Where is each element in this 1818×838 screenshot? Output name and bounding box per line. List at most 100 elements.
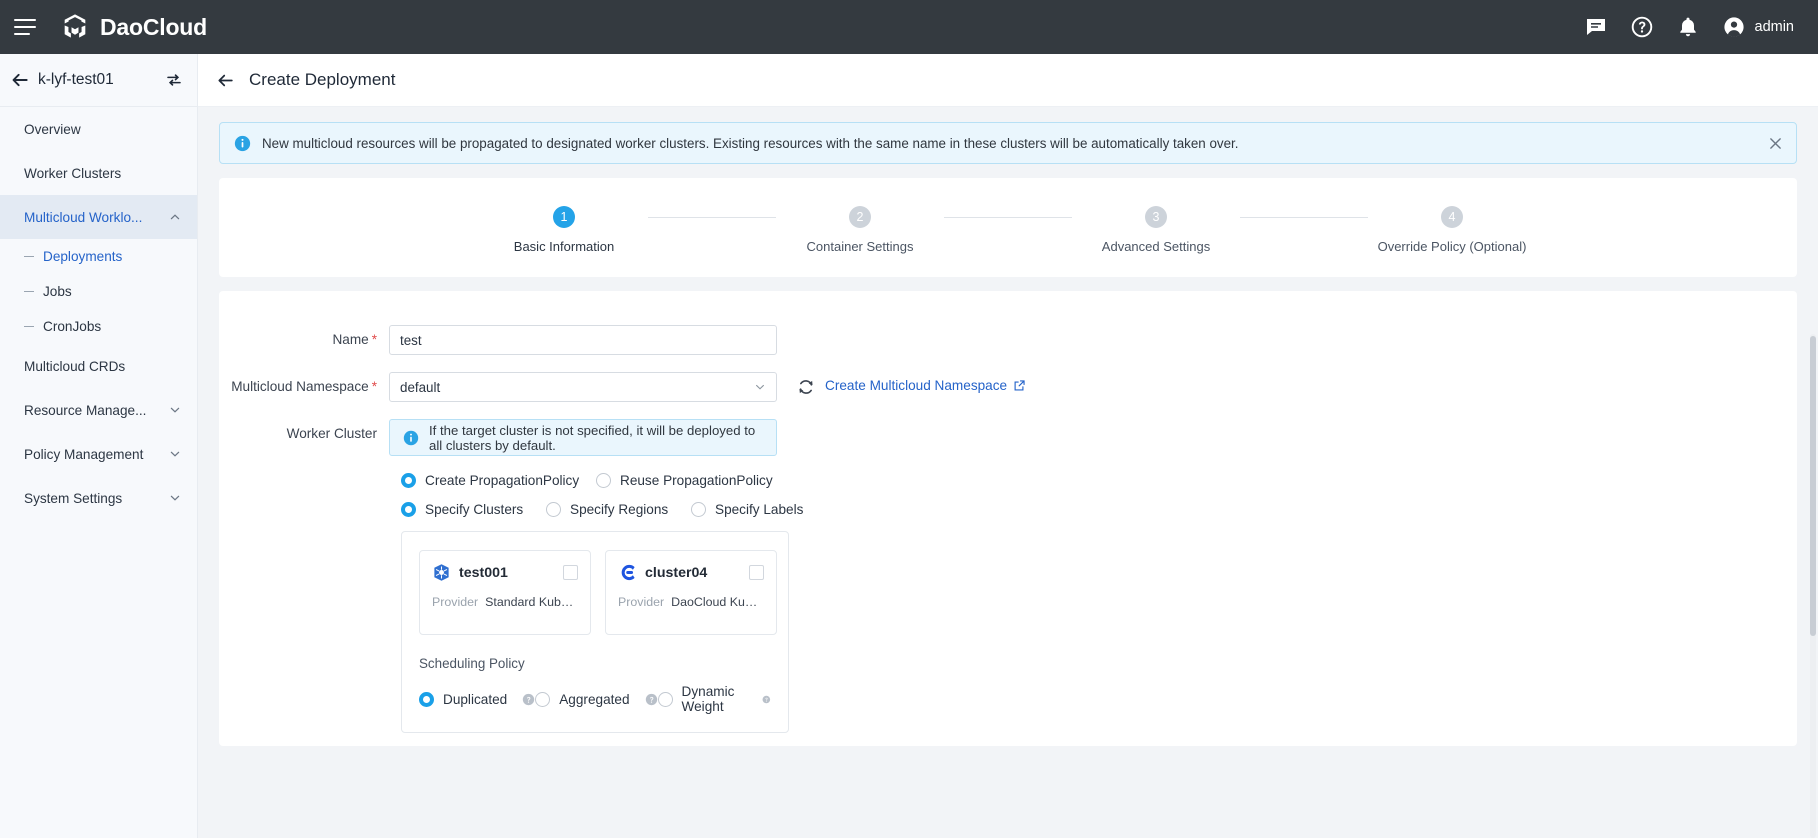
name-input[interactable] xyxy=(389,325,777,355)
cluster-card-cluster04[interactable]: cluster04 Provider DaoCloud Kubean xyxy=(605,550,777,635)
refresh-icon[interactable] xyxy=(797,378,815,396)
help-icon[interactable] xyxy=(1630,15,1654,39)
sidebar-item-policy-management[interactable]: Policy Management xyxy=(0,432,197,476)
daocloud-cube-icon xyxy=(60,12,90,42)
question-icon[interactable] xyxy=(762,693,771,706)
radio-dot-icon xyxy=(691,502,706,517)
sidebar-item-label: Deployments xyxy=(43,249,122,264)
radio-dot-icon xyxy=(658,692,673,707)
kubean-icon xyxy=(618,563,637,582)
sidebar-item-overview[interactable]: Overview xyxy=(0,107,197,151)
sidebar-item-multicloud-crds[interactable]: Multicloud CRDs xyxy=(0,344,197,388)
scrollbar-thumb[interactable] xyxy=(1810,336,1816,636)
cluster-card-test001[interactable]: test001 Provider Standard Kubernetes Clu… xyxy=(419,550,591,635)
main-content: Create Deployment New multicloud resourc… xyxy=(198,54,1818,838)
close-icon[interactable] xyxy=(1769,137,1782,150)
radio-reuse-propagationpolicy[interactable]: Reuse PropagationPolicy xyxy=(596,473,773,488)
question-icon[interactable] xyxy=(522,693,535,706)
chevron-down-icon xyxy=(169,492,181,504)
namespace-select[interactable]: default xyxy=(389,372,777,402)
info-banner: New multicloud resources will be propaga… xyxy=(219,122,1797,164)
field-worker-cluster-row: Worker Cluster If the target cluster is … xyxy=(219,419,1797,456)
step-connector xyxy=(944,217,1072,218)
info-icon xyxy=(403,430,419,446)
sidebar-item-multicloud-workloads[interactable]: Multicloud Worklo... xyxy=(0,195,197,239)
required-marker: * xyxy=(372,332,377,347)
step-number: 3 xyxy=(1145,206,1167,228)
brand-logo[interactable]: DaoCloud xyxy=(60,12,207,42)
sidebar-item-label: Resource Manage... xyxy=(24,403,146,418)
avatar xyxy=(1722,15,1746,39)
message-icon[interactable] xyxy=(1584,15,1608,39)
radio-dot-icon xyxy=(419,692,434,707)
radio-aggregated[interactable]: Aggregated xyxy=(535,692,657,707)
stepper-card: 1 Basic Information 2 Container Settings… xyxy=(219,178,1797,277)
sidebar-item-label: Jobs xyxy=(43,284,72,299)
worker-cluster-label: Worker Cluster xyxy=(219,419,389,449)
radio-duplicated[interactable]: Duplicated xyxy=(419,692,535,707)
namespace-value: default xyxy=(400,380,440,395)
user-menu[interactable]: admin xyxy=(1722,15,1795,39)
policy-mode-radio-group: Create PropagationPolicy Reuse Propagati… xyxy=(219,473,1797,488)
cluster-name: test001 xyxy=(459,565,508,581)
step-override-policy[interactable]: 4 Override Policy (Optional) xyxy=(1368,206,1536,254)
arrow-left-icon[interactable] xyxy=(10,70,30,90)
switch-cluster-icon[interactable] xyxy=(165,71,183,89)
sidebar-item-cronjobs[interactable]: CronJobs xyxy=(0,309,197,344)
cluster-card-header: cluster04 xyxy=(618,563,764,582)
radio-specify-labels[interactable]: Specify Labels xyxy=(691,502,803,517)
radio-label: Aggregated xyxy=(559,692,629,707)
kubernetes-icon xyxy=(432,563,451,582)
hamburger-icon[interactable] xyxy=(14,19,36,35)
step-container-settings[interactable]: 2 Container Settings xyxy=(776,206,944,254)
worker-cluster-tip: If the target cluster is not specified, … xyxy=(389,419,777,456)
create-namespace-link[interactable]: Create Multicloud Namespace xyxy=(825,378,1026,393)
step-connector xyxy=(648,217,776,218)
sidebar-item-jobs[interactable]: Jobs xyxy=(0,274,197,309)
bell-icon[interactable] xyxy=(1676,15,1700,39)
name-label-text: Name xyxy=(332,332,368,347)
form-card: Name * Multicloud Namespace * default xyxy=(219,291,1797,746)
step-basic-information[interactable]: 1 Basic Information xyxy=(480,206,648,254)
worker-cluster-tip-text: If the target cluster is not specified, … xyxy=(429,423,763,453)
chevron-down-icon xyxy=(754,381,766,393)
cluster-checkbox[interactable] xyxy=(563,565,578,580)
radio-specify-regions[interactable]: Specify Regions xyxy=(546,502,691,517)
provider-value: DaoCloud Kubean xyxy=(671,595,764,609)
arrow-left-icon[interactable] xyxy=(216,71,235,90)
info-icon xyxy=(234,135,251,152)
step-label: Override Policy (Optional) xyxy=(1378,239,1527,254)
bullet-dash-icon xyxy=(24,291,34,293)
page-header: Create Deployment xyxy=(198,54,1818,107)
radio-dynamic-weight[interactable]: Dynamic Weight xyxy=(658,684,771,714)
radio-label: Create PropagationPolicy xyxy=(425,473,579,488)
radio-label: Specify Clusters xyxy=(425,502,523,517)
scheduling-policy-radio-group: Duplicated Aggregated xyxy=(419,684,771,732)
brand-name: DaoCloud xyxy=(100,14,207,41)
sidebar-item-system-settings[interactable]: System Settings xyxy=(0,476,197,520)
bullet-dash-icon xyxy=(24,256,34,258)
stepper: 1 Basic Information 2 Container Settings… xyxy=(219,178,1797,277)
cluster-provider: Provider Standard Kubernetes Clu... xyxy=(432,595,578,609)
username-label: admin xyxy=(1755,19,1795,35)
sidebar-item-resource-management[interactable]: Resource Manage... xyxy=(0,388,197,432)
banner-text: New multicloud resources will be propaga… xyxy=(262,136,1239,151)
radio-create-propagationpolicy[interactable]: Create PropagationPolicy xyxy=(401,473,596,488)
chevron-down-icon xyxy=(169,448,181,460)
field-name-row: Name * xyxy=(219,325,1797,355)
sidebar-item-deployments[interactable]: Deployments xyxy=(0,239,197,274)
sidebar-item-worker-clusters[interactable]: Worker Clusters xyxy=(0,151,197,195)
chevron-down-icon xyxy=(169,404,181,416)
cluster-checkbox[interactable] xyxy=(749,565,764,580)
step-advanced-settings[interactable]: 3 Advanced Settings xyxy=(1072,206,1240,254)
radio-dot-icon xyxy=(401,502,416,517)
step-label: Basic Information xyxy=(514,239,614,254)
cluster-selection-panel: test001 Provider Standard Kubernetes Clu… xyxy=(401,531,789,733)
question-icon[interactable] xyxy=(645,693,658,706)
sidebar-header: k-lyf-test01 xyxy=(0,54,197,107)
namespace-label-text: Multicloud Namespace xyxy=(231,379,369,394)
radio-specify-clusters[interactable]: Specify Clusters xyxy=(401,502,546,517)
create-namespace-link-label: Create Multicloud Namespace xyxy=(825,378,1007,393)
scheduling-policy-label: Scheduling Policy xyxy=(419,656,771,671)
field-namespace-row: Multicloud Namespace* default Create Mul… xyxy=(219,372,1797,402)
